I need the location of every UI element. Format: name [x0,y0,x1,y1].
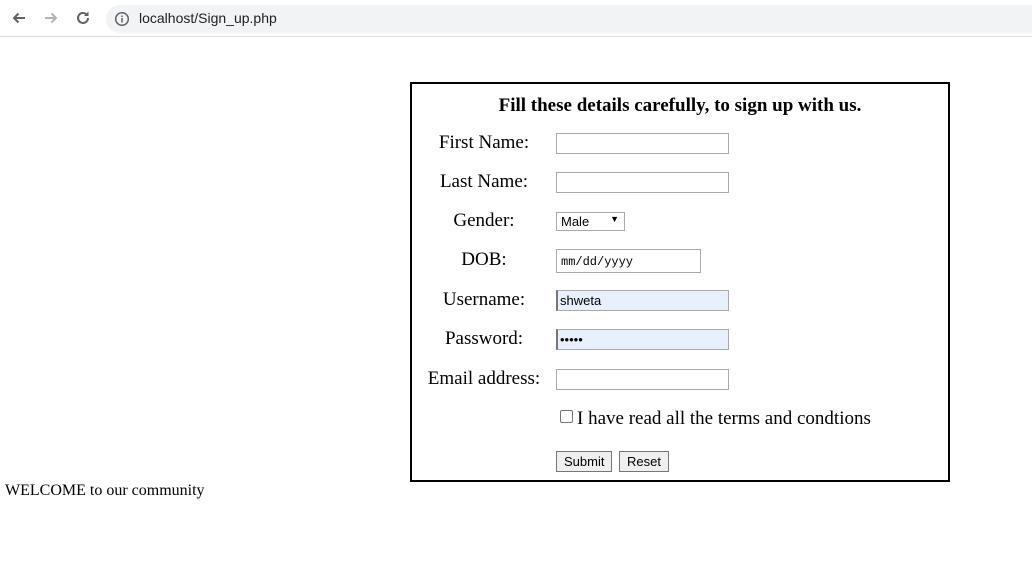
dob-placeholder: mm/dd/yyyy [561,255,634,269]
gender-selected-value: Male [561,214,590,229]
signup-form: Fill these details carefully, to sign up… [410,82,950,482]
info-icon[interactable] [114,11,130,27]
browser-toolbar: localhost/Sign_up.php [0,0,1032,37]
first-name-label: First Name: [438,132,530,153]
gender-select[interactable]: Male ▼ [556,212,625,231]
last-name-label: Last Name: [439,171,529,192]
first-name-input[interactable] [556,133,729,154]
terms-checkbox[interactable] [560,410,573,423]
terms-label: I have read all the terms and condtions [577,408,871,429]
welcome-text: WELCOME to our community [5,482,205,499]
dob-label: DOB: [461,249,507,270]
last-name-input[interactable] [556,172,729,193]
dropdown-arrow-icon: ▼ [610,214,619,224]
back-button[interactable] [9,8,29,28]
url-text[interactable]: localhost/Sign_up.php [139,10,277,26]
reload-button[interactable] [73,8,93,28]
forward-button[interactable] [41,8,61,28]
terms-row: I have read all the terms and condtions [560,408,871,430]
username-input[interactable] [556,290,729,311]
submit-button[interactable]: Submit [556,451,613,472]
back-arrow-icon [12,12,25,24]
dob-input[interactable]: mm/dd/yyyy [556,249,701,273]
password-label: Password: [444,328,524,349]
email-label: Email address: [427,368,541,389]
username-label: Username: [442,289,526,310]
address-bar[interactable]: localhost/Sign_up.php [106,5,1032,33]
forward-arrow-icon [45,12,58,24]
reset-button[interactable]: Reset [619,451,669,472]
form-heading: Fill these details carefully, to sign up… [498,95,862,116]
gender-label: Gender: [453,210,515,231]
password-input[interactable] [556,329,729,350]
reload-icon [77,11,89,24]
email-input[interactable] [556,369,729,390]
